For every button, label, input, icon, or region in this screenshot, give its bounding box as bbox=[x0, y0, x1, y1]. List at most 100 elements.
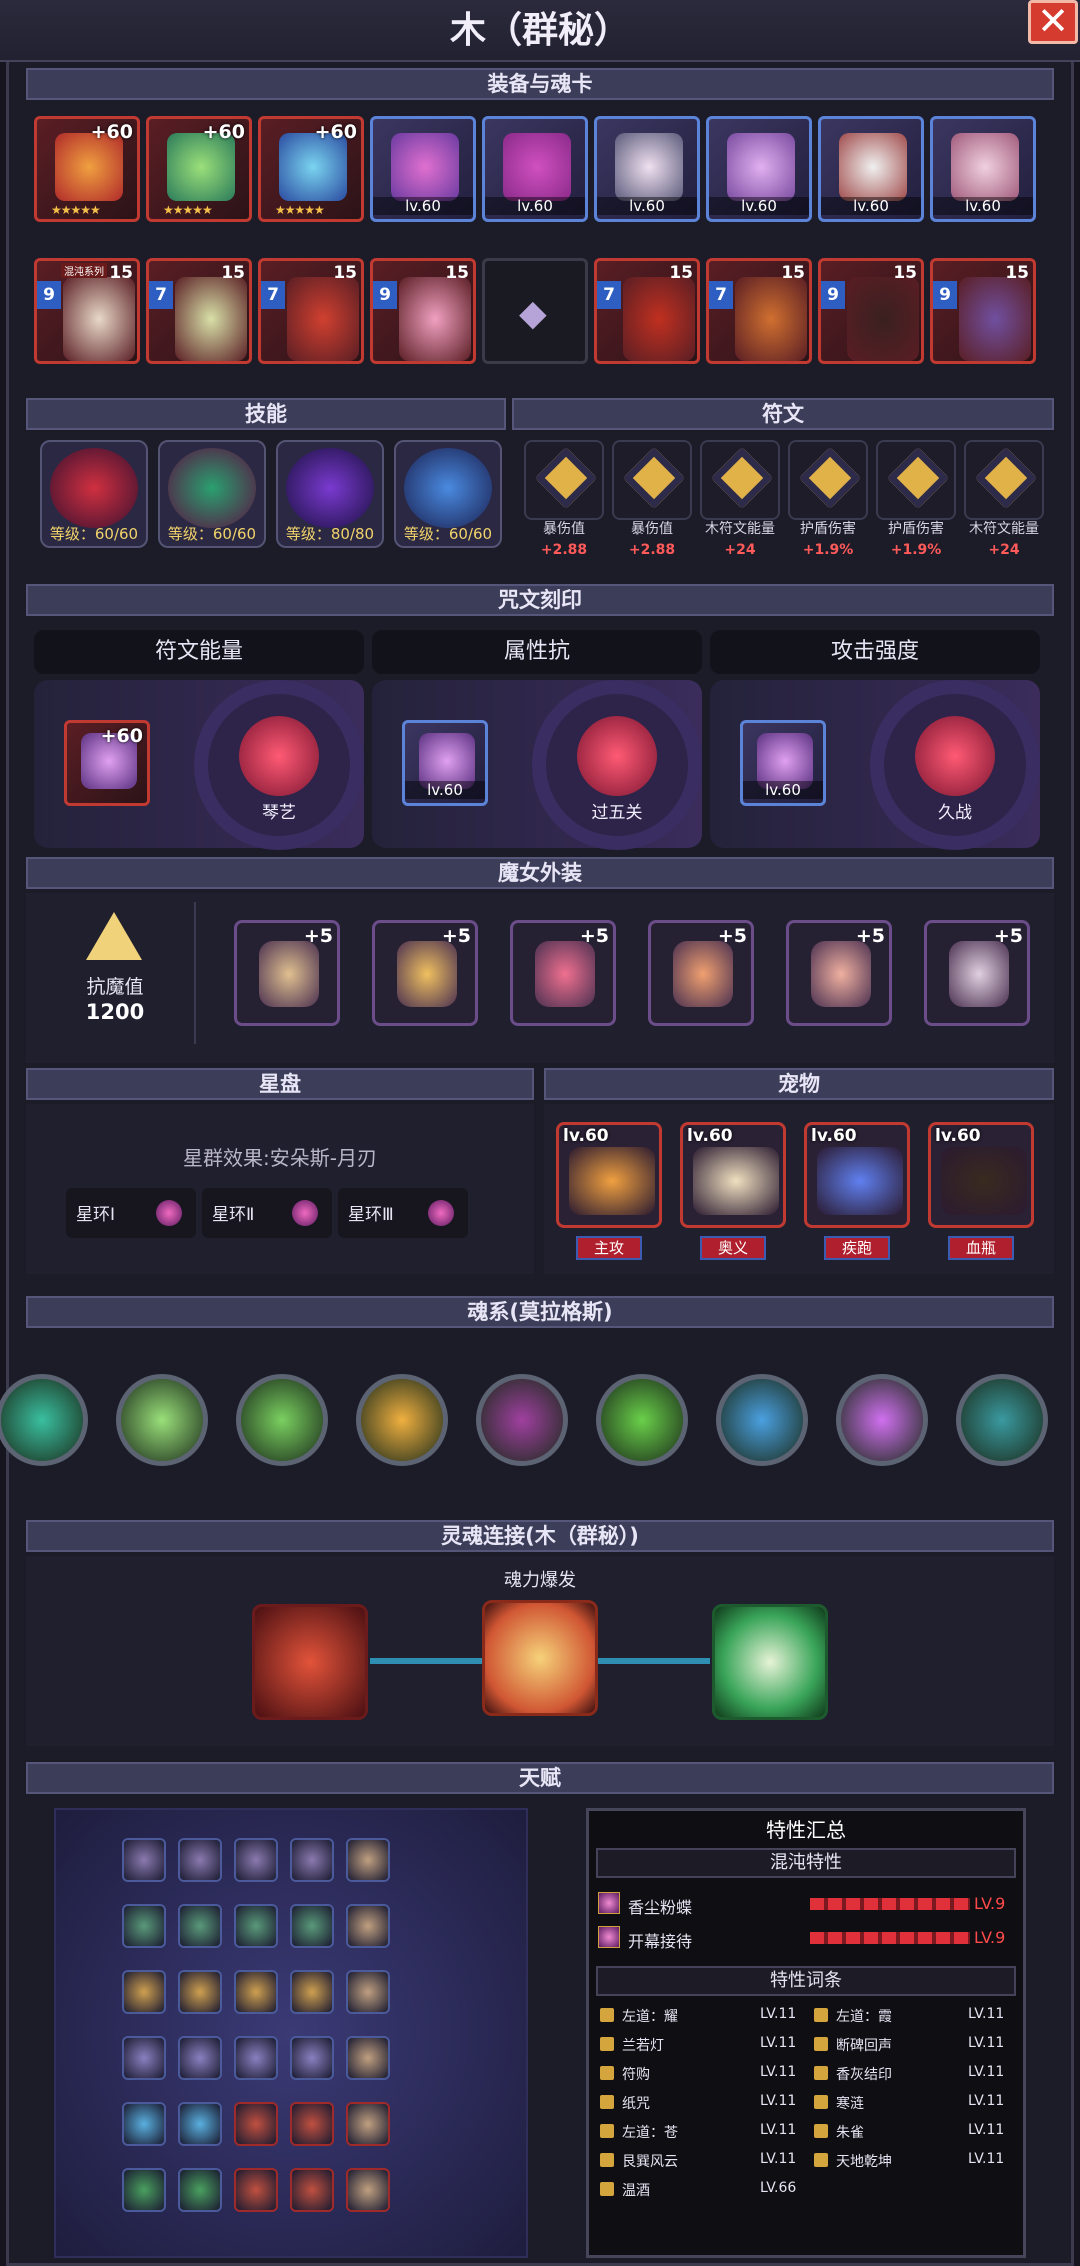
equipment-slot[interactable]: lv.60 bbox=[594, 116, 700, 222]
talent-node[interactable] bbox=[178, 2168, 222, 2212]
soul-orb-icon[interactable] bbox=[0, 1374, 88, 1466]
costume-slot[interactable]: +5 bbox=[234, 920, 340, 1026]
inscription-card[interactable]: lv.60 过五关 bbox=[372, 680, 702, 850]
trait-level: LV.11 bbox=[968, 2151, 1005, 2167]
inscription-item[interactable]: +60 bbox=[64, 720, 150, 806]
equipment-slot[interactable]: lv.60 bbox=[482, 116, 588, 222]
talent-node[interactable] bbox=[122, 2036, 166, 2080]
pet-slot[interactable]: lv.60 bbox=[928, 1122, 1034, 1228]
skill-slot[interactable]: 等级：60/60 bbox=[158, 440, 266, 548]
talent-node[interactable] bbox=[234, 2036, 278, 2080]
soul-card-slot[interactable]: 7 15 bbox=[594, 258, 700, 364]
talent-node[interactable] bbox=[346, 2102, 390, 2146]
talent-node[interactable] bbox=[290, 2168, 334, 2212]
link-node-clock-icon[interactable] bbox=[712, 1604, 828, 1720]
soul-orb-icon[interactable] bbox=[596, 1374, 688, 1466]
equipment-slot[interactable]: lv.60 bbox=[370, 116, 476, 222]
soul-link-header: 灵魂连接(木（群秘）) bbox=[26, 1520, 1054, 1552]
equipment-slot[interactable]: +60 ★★★★★ bbox=[146, 116, 252, 222]
equipment-slot[interactable]: lv.60 bbox=[930, 116, 1036, 222]
talent-node[interactable] bbox=[290, 1838, 334, 1882]
inscription-item[interactable]: lv.60 bbox=[402, 720, 488, 806]
inscription-title: 属性抗 bbox=[372, 630, 702, 674]
rune-label: 护盾伤害 bbox=[888, 521, 944, 537]
talent-node[interactable] bbox=[122, 2168, 166, 2212]
equipment-slot[interactable]: +60 ★★★★★ bbox=[34, 116, 140, 222]
empty-card-slot[interactable]: ◆ bbox=[482, 258, 588, 364]
rune-slot[interactable] bbox=[524, 440, 604, 520]
equipment-slot[interactable]: +60 ★★★★★ bbox=[258, 116, 364, 222]
soul-card-slot[interactable]: 9 15 bbox=[930, 258, 1036, 364]
soul-orb-icon[interactable] bbox=[836, 1374, 928, 1466]
soul-orb-icon[interactable] bbox=[356, 1374, 448, 1466]
soul-card-slot[interactable]: 9 15 混沌系列 bbox=[34, 258, 140, 364]
inscription-card[interactable]: lv.60 久战 bbox=[710, 680, 1040, 850]
pet-level: lv.60 bbox=[811, 1126, 857, 1146]
talent-node[interactable] bbox=[234, 2168, 278, 2212]
rune-slot[interactable] bbox=[964, 440, 1044, 520]
soul-orb-icon[interactable] bbox=[956, 1374, 1048, 1466]
costume-slot[interactable]: +5 bbox=[786, 920, 892, 1026]
skill-slot[interactable]: 等级：60/60 bbox=[40, 440, 148, 548]
equipment-slot[interactable]: lv.60 bbox=[706, 116, 812, 222]
close-button[interactable]: ✕ bbox=[1028, 0, 1078, 44]
rune-slot[interactable] bbox=[788, 440, 868, 520]
pet-slot[interactable]: lv.60 bbox=[556, 1122, 662, 1228]
rune-slot[interactable] bbox=[876, 440, 956, 520]
talent-node[interactable] bbox=[234, 1970, 278, 2014]
talent-node[interactable] bbox=[178, 1904, 222, 1948]
star-rating: ★★★★★ bbox=[275, 203, 325, 217]
talent-node[interactable] bbox=[346, 1838, 390, 1882]
talent-node[interactable] bbox=[346, 2036, 390, 2080]
skill-slot[interactable]: 等级：60/60 bbox=[394, 440, 502, 548]
talent-node[interactable] bbox=[122, 2102, 166, 2146]
costume-slot[interactable]: +5 bbox=[372, 920, 478, 1026]
costume-slot[interactable]: +5 bbox=[924, 920, 1030, 1026]
talent-node[interactable] bbox=[290, 2036, 334, 2080]
inscription-item[interactable]: lv.60 bbox=[740, 720, 826, 806]
soul-card-slot[interactable]: 7 15 bbox=[706, 258, 812, 364]
soul-card-slot[interactable]: 9 15 bbox=[818, 258, 924, 364]
rune-slot[interactable] bbox=[700, 440, 780, 520]
inscription-card[interactable]: +60 琴艺 bbox=[34, 680, 364, 850]
talent-node[interactable] bbox=[290, 2102, 334, 2146]
soul-orb-icon[interactable] bbox=[236, 1374, 328, 1466]
link-node-shield-icon[interactable] bbox=[482, 1600, 598, 1716]
pet-slot[interactable]: lv.60 bbox=[680, 1122, 786, 1228]
link-node-red-icon[interactable] bbox=[252, 1604, 368, 1720]
trait-entries-header: 特性词条 bbox=[596, 1966, 1016, 1996]
star-ring[interactable]: 星环Ⅱ bbox=[202, 1188, 332, 1238]
costume-slot[interactable]: +5 bbox=[648, 920, 754, 1026]
soul-orb-icon[interactable] bbox=[716, 1374, 808, 1466]
rune-slot[interactable] bbox=[612, 440, 692, 520]
talent-node[interactable] bbox=[346, 1970, 390, 2014]
talent-node[interactable] bbox=[346, 1904, 390, 1948]
soul-orb-icon[interactable] bbox=[116, 1374, 208, 1466]
talent-node[interactable] bbox=[234, 1904, 278, 1948]
pet-slot[interactable]: lv.60 bbox=[804, 1122, 910, 1228]
soul-card-slot[interactable]: 9 15 bbox=[370, 258, 476, 364]
soul-orb-icon[interactable] bbox=[476, 1374, 568, 1466]
talent-node[interactable] bbox=[178, 1838, 222, 1882]
equipment-slot[interactable]: lv.60 bbox=[818, 116, 924, 222]
talent-node[interactable] bbox=[178, 1970, 222, 2014]
star-ring[interactable]: 星环Ⅲ bbox=[338, 1188, 468, 1238]
talent-node[interactable] bbox=[234, 1838, 278, 1882]
talent-node[interactable] bbox=[178, 2036, 222, 2080]
talent-node[interactable] bbox=[290, 1904, 334, 1948]
talent-node[interactable] bbox=[122, 1970, 166, 2014]
card-portrait bbox=[175, 277, 247, 361]
equipment-icon bbox=[951, 133, 1019, 201]
star-rating: ★★★★★ bbox=[163, 203, 213, 217]
talent-node[interactable] bbox=[346, 2168, 390, 2212]
talent-node[interactable] bbox=[122, 1838, 166, 1882]
talent-node[interactable] bbox=[234, 2102, 278, 2146]
talent-node[interactable] bbox=[178, 2102, 222, 2146]
soul-card-slot[interactable]: 7 15 bbox=[146, 258, 252, 364]
costume-slot[interactable]: +5 bbox=[510, 920, 616, 1026]
soul-card-slot[interactable]: 7 15 bbox=[258, 258, 364, 364]
star-ring[interactable]: 星环Ⅰ bbox=[66, 1188, 196, 1238]
skill-slot[interactable]: 等级：80/80 bbox=[276, 440, 384, 548]
talent-node[interactable] bbox=[290, 1970, 334, 2014]
talent-node[interactable] bbox=[122, 1904, 166, 1948]
